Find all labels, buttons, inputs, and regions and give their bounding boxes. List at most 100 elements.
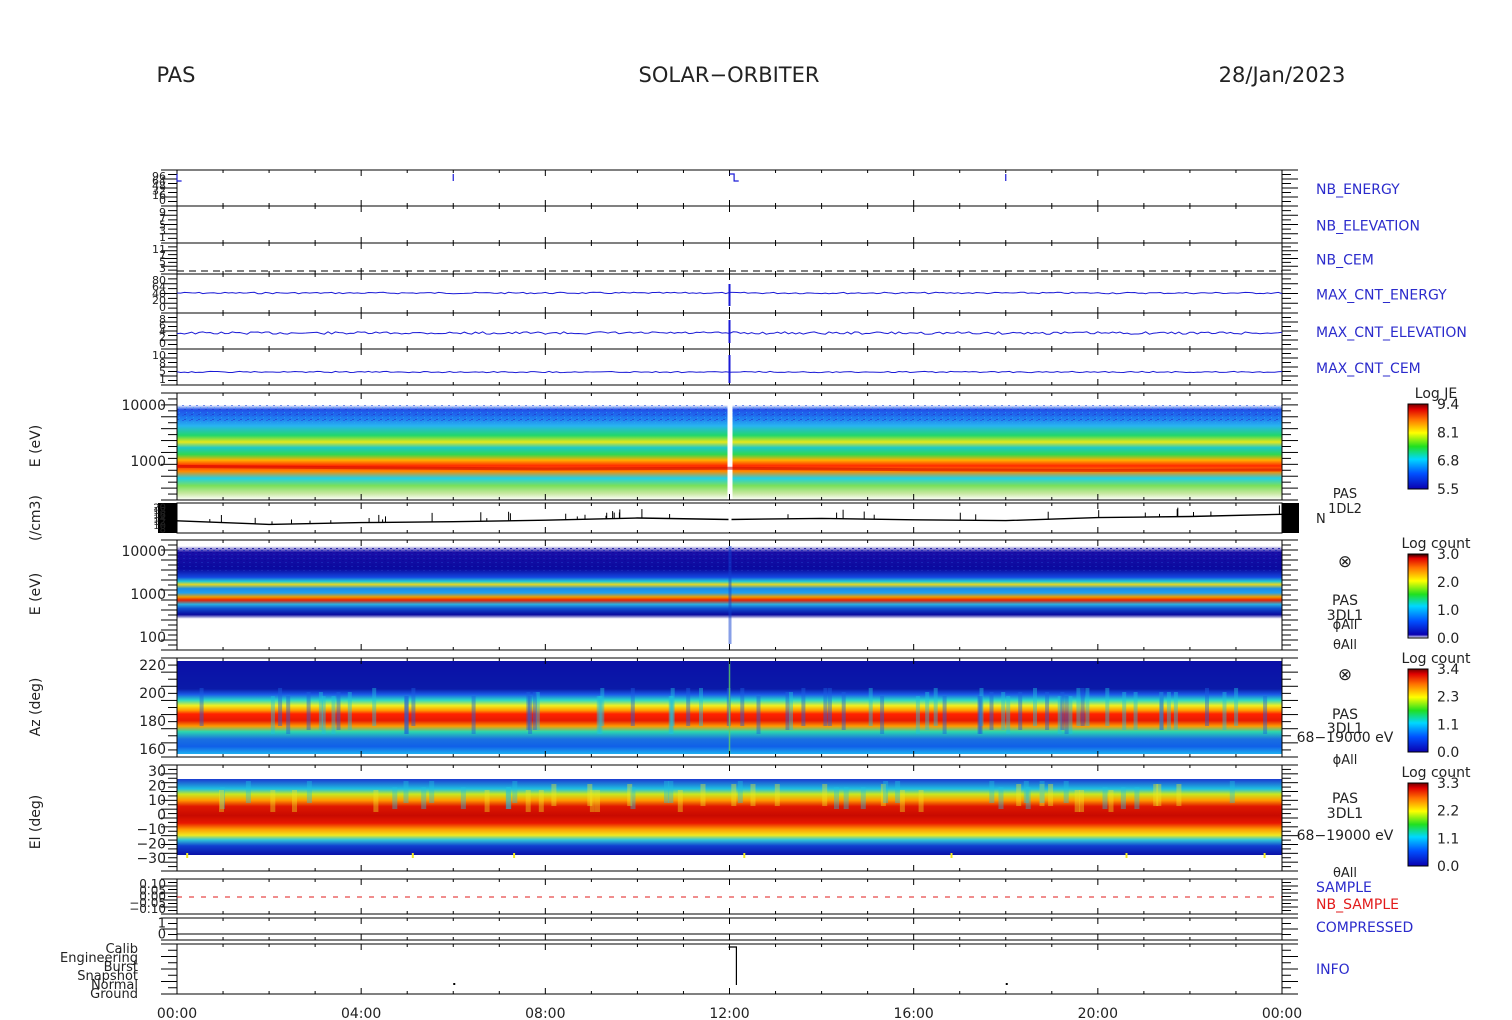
je-spectrogram-ytick-label: 1000 xyxy=(130,454,166,470)
azimuth-texture-stripe xyxy=(1001,692,1006,730)
time-tick-label: 16:00 xyxy=(893,1006,933,1020)
counts-energy-ytick-label: 1000 xyxy=(130,587,166,603)
elevation-texture-stripe xyxy=(989,781,995,803)
azimuth-texture-stripe xyxy=(925,692,930,730)
azimuth-texture-stripe xyxy=(801,688,806,726)
elevation-label-energy-range: 68−19000 eV xyxy=(1297,828,1394,844)
density-label-pas: PAS xyxy=(1333,487,1357,502)
counts-energy-colorbar-tick: 0.0 xyxy=(1437,631,1459,647)
azimuth-texture-stripe xyxy=(1159,692,1164,730)
elevation-texture-stripe xyxy=(843,787,849,809)
azimuth-texture-stripe xyxy=(1006,696,1011,734)
elevation-texture-stripe xyxy=(664,781,669,803)
azimuth-texture-stripe xyxy=(1033,688,1037,726)
info-label: INFO xyxy=(1316,962,1350,978)
elevation-texture-stripe xyxy=(512,781,518,803)
elevation-texture-stripe xyxy=(1074,790,1080,812)
azimuth-direction-symbol: ⊗ xyxy=(1338,665,1352,685)
azimuth-texture-stripe xyxy=(1085,688,1090,726)
info-panel: CalibEngineeringBurstSnapshotNormalGroun… xyxy=(60,942,1350,1002)
azimuth-texture-stripe xyxy=(1018,692,1023,730)
elevation-texture-stripe xyxy=(392,787,398,809)
elevation-texture-stripe xyxy=(883,781,889,803)
elevation-panel: 3020100−10−20−30El (deg)Log count3.32.21… xyxy=(28,764,1471,881)
elevation-texture-stripe xyxy=(525,790,531,812)
je-spectrogram-panel: 100001000E (eV)Log JE9.48.16.85.5 xyxy=(28,386,1459,501)
elevation-texture-stripe xyxy=(292,790,297,812)
counts-energy-ylabel: E (eV) xyxy=(28,573,44,615)
elevation-texture-stripe xyxy=(551,784,557,806)
max-cnt-energy-panel: 806440200MAX_CNT_ENERGY xyxy=(152,273,1447,314)
elevation-texture-stripe xyxy=(1134,787,1140,809)
azimuth-texture-stripe xyxy=(1064,696,1069,734)
counts-energy-panel: 100001000100E (eV)Log count3.02.01.00.0⊗… xyxy=(28,536,1471,653)
azimuth-texture-stripe xyxy=(1068,696,1073,734)
elevation-texture-stripe xyxy=(538,790,544,812)
azimuth-texture-stripe xyxy=(1263,696,1268,734)
azimuth-texture-stripe xyxy=(785,692,790,730)
elevation-colorbar-tick: 0.0 xyxy=(1437,859,1459,875)
azimuth-texture-stripe xyxy=(347,692,352,730)
nb-sample-label: NB_SAMPLE xyxy=(1316,897,1399,913)
elevation-texture-stripe xyxy=(860,787,866,809)
azimuth-texture-stripe xyxy=(532,692,537,730)
nb-cem-panel-label: NB_CEM xyxy=(1316,253,1374,269)
elevation-texture-stripe xyxy=(373,790,379,812)
elevation-texture-stripe xyxy=(822,784,828,806)
azimuth-ytick-label: 180 xyxy=(139,714,166,730)
density-right-block xyxy=(1282,503,1299,533)
azimuth-texture-stripe xyxy=(978,696,983,734)
elevation-image xyxy=(177,779,1282,855)
azimuth-texture-stripe xyxy=(526,692,531,730)
azimuth-texture-stripe xyxy=(789,692,793,730)
nb-cem-panel: 11753 NB_CEM xyxy=(152,242,1374,275)
azimuth-texture-stripe xyxy=(1105,688,1110,726)
azimuth-texture-stripe xyxy=(942,696,947,734)
je-colorbar-tick: 9.4 xyxy=(1437,397,1459,413)
elevation-texture-stripe xyxy=(737,781,743,803)
nb-elevation-panel-label: NB_ELEVATION xyxy=(1316,219,1420,235)
azimuth-texture-stripe xyxy=(669,696,674,734)
azimuth-colorbar-tick: 0.0 xyxy=(1437,745,1459,761)
azimuth-label-phi: ϕAll xyxy=(1333,753,1358,768)
max-cnt-cem-panel-label: MAX_CNT_CEM xyxy=(1316,361,1421,377)
azimuth-texture-stripe xyxy=(686,688,691,726)
counts-energy-gap xyxy=(728,546,732,644)
elevation-colorbar-tick: 3.3 xyxy=(1437,776,1459,792)
azimuth-texture-stripe xyxy=(989,692,994,730)
elevation-texture-stripe xyxy=(630,787,636,809)
elevation-colorbar-tick: 2.2 xyxy=(1437,804,1459,820)
density-label-product: 1DL2 xyxy=(1328,502,1362,517)
azimuth-texture-stripe xyxy=(404,696,409,734)
elevation-texture-stripe xyxy=(774,784,780,806)
azimuth-texture-stripe xyxy=(306,692,311,730)
azimuth-texture-stripe xyxy=(411,688,416,726)
counts-energy-label-theta: θAll xyxy=(1333,638,1357,653)
elevation-bottom-mark xyxy=(743,853,746,858)
info-ytick-label: Ground xyxy=(90,987,138,1002)
azimuth-texture-stripe xyxy=(933,688,938,726)
elevation-colorbar-tick: 1.1 xyxy=(1437,831,1459,847)
max-cnt-cem-panel: 10851MAX_CNT_CEM xyxy=(152,348,1421,386)
azimuth-ytick-label: 200 xyxy=(139,686,166,702)
density-ytick-label: 8 xyxy=(160,525,166,536)
density-label-variable: N xyxy=(1316,512,1326,527)
elevation-texture-stripe xyxy=(219,790,224,812)
azimuth-texture-stripe xyxy=(1173,692,1178,730)
elevation-texture-stripe xyxy=(1079,790,1084,812)
elevation-texture-stripe xyxy=(421,787,427,809)
je-colorbar-tick: 5.5 xyxy=(1437,482,1459,498)
azimuth-texture-stripe xyxy=(823,688,828,726)
azimuth-texture-stripe xyxy=(471,696,476,734)
nb-energy-trace-step xyxy=(729,173,739,182)
elevation-texture-stripe xyxy=(899,790,905,812)
counts-energy-ytick-label: 100 xyxy=(139,630,166,646)
counts-energy-direction-symbol: ⊗ xyxy=(1338,552,1352,572)
elevation-texture-stripe xyxy=(1048,784,1054,806)
instrument-title: PAS xyxy=(156,63,195,87)
elevation-texture-stripe xyxy=(429,781,435,803)
je-colorbar xyxy=(1407,403,1429,490)
max-cnt-elevation-panel: 86420MAX_CNT_ELEVATION xyxy=(159,312,1467,350)
azimuth-texture-stripe xyxy=(278,688,283,726)
elevation-texture-stripe xyxy=(1102,787,1108,809)
